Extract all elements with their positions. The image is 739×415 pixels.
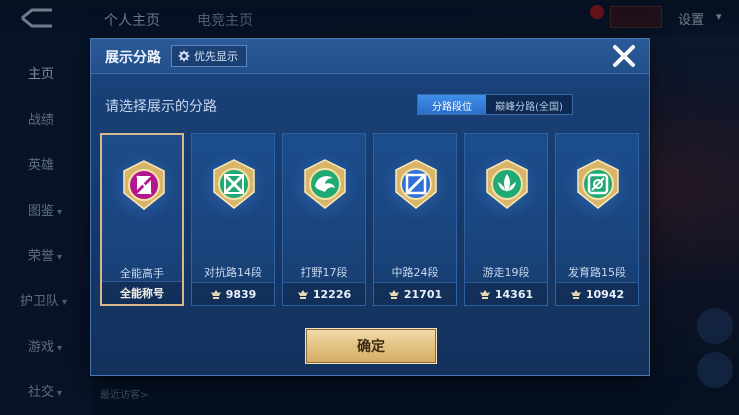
- roam-emblem-icon: [486, 159, 528, 209]
- clash-lane-emblem-icon: [213, 159, 255, 209]
- lane-card-score: 10942: [556, 282, 638, 305]
- gear-icon: [178, 50, 190, 62]
- lane-card-name: 全能高手: [120, 267, 164, 280]
- lane-card[interactable]: 对抗路14段 9839: [191, 133, 275, 306]
- dialog-title: 展示分路: [105, 50, 161, 66]
- score-crown-icon: [388, 289, 399, 299]
- priority-display-label: 优先显示: [194, 50, 238, 63]
- lane-card-name: 发育路15段: [568, 266, 626, 279]
- select-lane-prompt: 请选择展示的分路: [105, 99, 217, 115]
- lane-card-score: 12226: [283, 282, 365, 305]
- lane-card-name: 游走19段: [482, 266, 530, 279]
- farm-lane-emblem-icon: [577, 159, 619, 209]
- lane-card[interactable]: 全能高手 全能称号: [100, 133, 184, 306]
- lane-card-score-value: 全能称号: [120, 287, 164, 300]
- close-icon[interactable]: [611, 43, 637, 69]
- score-crown-icon: [210, 289, 221, 299]
- lane-card-name: 中路24段: [391, 266, 439, 279]
- lane-card-score-value: 12226: [312, 287, 352, 301]
- dialog-header: 展示分路 优先显示: [91, 39, 649, 74]
- confirm-button[interactable]: 确定: [305, 328, 437, 364]
- lane-tab-switcher: 分路段位 巅峰分路(全国): [417, 94, 573, 115]
- all-round-emblem-icon: [123, 160, 165, 210]
- score-crown-icon: [570, 289, 581, 299]
- lane-card-name: 对抗路14段: [204, 266, 262, 279]
- lane-card-score-value: 21701: [403, 287, 443, 301]
- tab-lane-rank[interactable]: 分路段位: [418, 95, 486, 114]
- lane-card-score: 14361: [465, 282, 547, 305]
- lane-card[interactable]: 发育路15段 10942: [555, 133, 639, 306]
- lane-card-score: 全能称号: [102, 281, 182, 304]
- lane-card-score: 9839: [192, 282, 274, 305]
- mid-lane-emblem-icon: [395, 159, 437, 209]
- lane-card[interactable]: 打野17段 12226: [282, 133, 366, 306]
- lane-card-name: 打野17段: [300, 266, 348, 279]
- score-crown-icon: [479, 289, 490, 299]
- score-crown-icon: [297, 289, 308, 299]
- lane-card-score-value: 9839: [225, 287, 257, 301]
- lane-card-score-value: 14361: [494, 287, 534, 301]
- lane-display-dialog: 展示分路 优先显示 请选择展示的分路 分路段位 巅峰分路(全国) 全能高手全能称…: [90, 38, 650, 376]
- lane-card[interactable]: 中路24段 21701: [373, 133, 457, 306]
- jungle-emblem-icon: [304, 159, 346, 209]
- lane-card-score-value: 10942: [585, 287, 625, 301]
- lane-card[interactable]: 游走19段 14361: [464, 133, 548, 306]
- tab-peak-lane[interactable]: 巅峰分路(全国): [486, 95, 572, 114]
- lane-card-score: 21701: [374, 282, 456, 305]
- priority-display-button[interactable]: 优先显示: [171, 45, 247, 67]
